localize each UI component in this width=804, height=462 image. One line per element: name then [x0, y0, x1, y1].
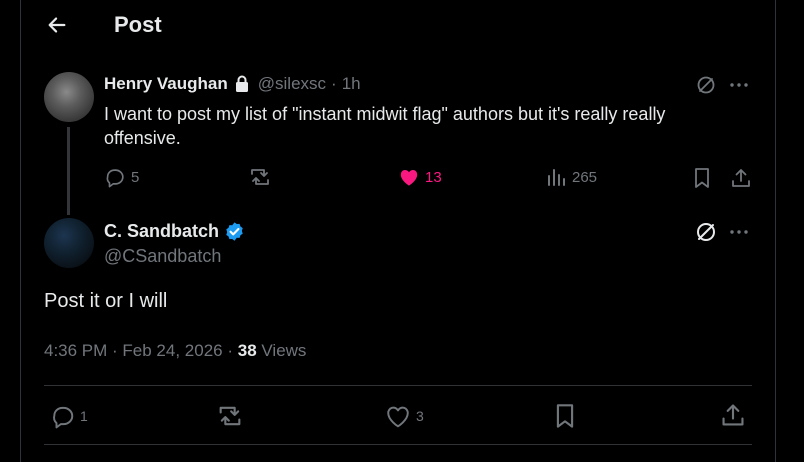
author-name[interactable]: Henry Vaughan [104, 74, 228, 94]
like-button[interactable]: 13 [398, 167, 442, 187]
share-button[interactable] [720, 402, 746, 428]
retweet-icon [219, 406, 241, 426]
views-count: 265 [572, 168, 598, 186]
heart-icon [400, 169, 418, 186]
avatar[interactable] [44, 72, 94, 122]
reply-icon [106, 169, 124, 188]
bookmark-icon [556, 404, 574, 428]
bookmark-button[interactable] [692, 167, 712, 189]
bookmark-icon [695, 168, 709, 188]
views-count: 38 [237, 341, 257, 360]
post-text: Post it or I will [44, 290, 168, 312]
reply-button[interactable]: 5 [104, 166, 139, 188]
views-icon [548, 169, 565, 186]
share-icon [722, 404, 744, 426]
grok-button[interactable] [695, 221, 717, 243]
reply-icon [53, 406, 74, 429]
retweet-button[interactable] [248, 166, 272, 188]
author-handle[interactable]: @silexsc [258, 74, 326, 94]
reply-count: 1 [80, 408, 88, 424]
like-count: 13 [425, 168, 442, 186]
reply-button[interactable]: 1 [50, 403, 88, 429]
page-title: Post [114, 12, 162, 37]
like-count: 3 [416, 408, 424, 424]
post-timestamp[interactable]: 4:36 PM · Feb 24, 2026 · [44, 341, 233, 360]
retweet-icon [251, 169, 269, 185]
heart-icon [387, 406, 409, 428]
more-button[interactable] [728, 222, 750, 242]
more-icon [730, 230, 748, 234]
bookmark-button[interactable] [553, 403, 577, 429]
share-button[interactable] [730, 167, 752, 189]
views-label: Views [261, 341, 307, 360]
divider [44, 385, 752, 386]
grok-icon [697, 223, 715, 241]
retweet-button[interactable] [216, 403, 244, 429]
separator: · [331, 74, 337, 93]
back-button[interactable] [46, 14, 70, 38]
divider [44, 444, 752, 445]
post-text: I want to post my list of "instant midwi… [104, 104, 666, 148]
author-name[interactable]: C. Sandbatch [104, 221, 219, 242]
reply-count: 5 [131, 168, 140, 186]
verified-badge-icon [224, 221, 245, 242]
author-handle[interactable]: @CSandbatch [104, 246, 221, 267]
avatar[interactable] [44, 218, 94, 268]
grok-button[interactable] [696, 75, 716, 95]
more-button[interactable] [728, 75, 750, 95]
like-button[interactable]: 3 [385, 404, 424, 428]
thread-line [67, 127, 70, 215]
back-arrow-icon [48, 17, 66, 33]
share-icon [732, 169, 750, 187]
views-button[interactable]: 265 [546, 167, 597, 187]
more-icon [730, 83, 748, 87]
grok-icon [697, 76, 715, 94]
lock-icon [234, 75, 250, 93]
post-time[interactable]: 1h [342, 74, 361, 94]
